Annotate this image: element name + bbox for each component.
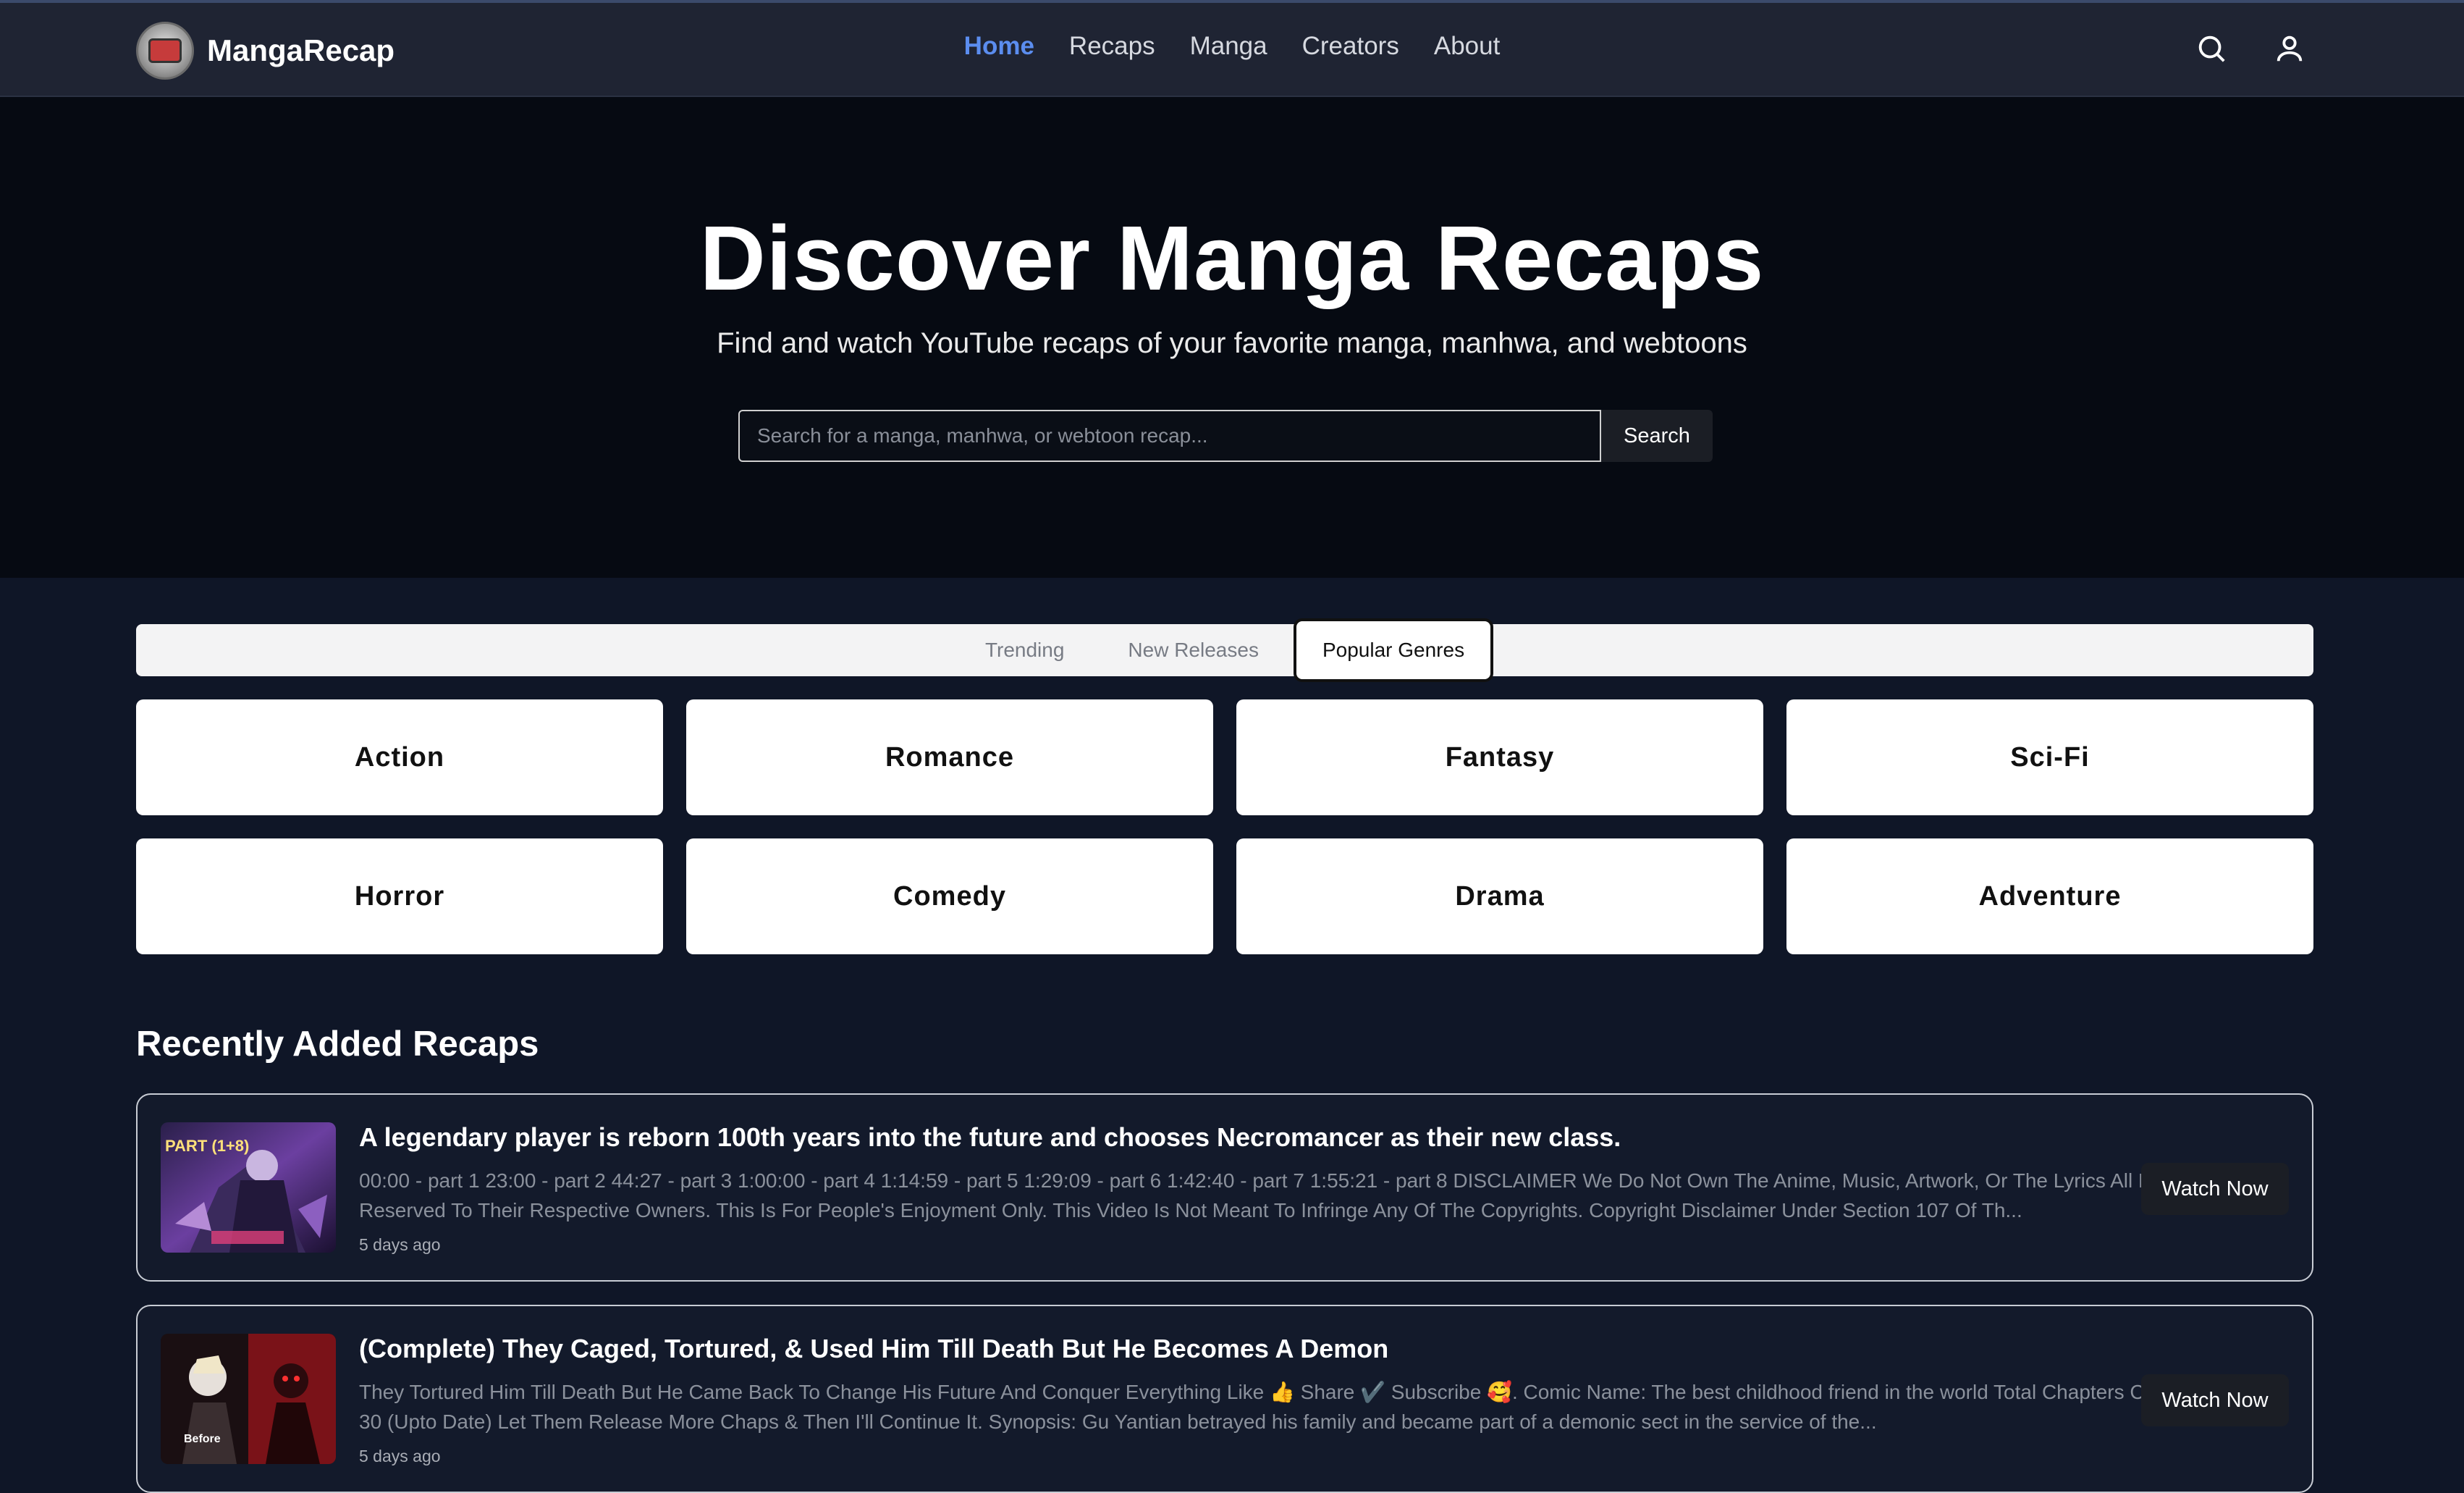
genre-card-fantasy[interactable]: Fantasy	[1236, 699, 1763, 815]
genre-card-sci-fi[interactable]: Sci-Fi	[1786, 699, 2313, 815]
recap-thumbnail[interactable]: PART (1+8)	[161, 1122, 336, 1253]
nav-about[interactable]: About	[1434, 32, 1500, 61]
search-icon[interactable]	[2195, 32, 2228, 65]
thumb-text: Before	[184, 1433, 221, 1445]
tab-new-releases[interactable]: New Releases	[1099, 626, 1288, 675]
recap-title[interactable]: A legendary player is reborn 100th years…	[359, 1122, 1621, 1153]
top-navbar: MangaRecap Home Recaps Manga Creators Ab…	[0, 0, 2464, 97]
genre-card-romance[interactable]: Romance	[686, 699, 1213, 815]
genre-card-drama[interactable]: Drama	[1236, 838, 1763, 954]
main-nav: Home Recaps Manga Creators About	[0, 32, 2464, 61]
watch-now-button[interactable]: Watch Now	[2141, 1374, 2289, 1426]
recap-timestamp: 5 days ago	[359, 1235, 441, 1254]
header-actions	[2195, 32, 2306, 65]
hero-section: Discover Manga Recaps Find and watch You…	[0, 97, 2464, 578]
recap-timestamp: 5 days ago	[359, 1447, 441, 1465]
nav-recaps[interactable]: Recaps	[1069, 32, 1155, 61]
tab-trending[interactable]: Trending	[956, 626, 1093, 675]
tab-popular-genres[interactable]: Popular Genres	[1293, 618, 1494, 682]
search-input[interactable]	[738, 410, 1601, 462]
hero-title: Discover Manga Recaps	[699, 207, 1765, 309]
genre-grid: Action Romance Fantasy Sci-Fi Horror Com…	[136, 699, 2313, 954]
genre-card-horror[interactable]: Horror	[136, 838, 663, 954]
recap-title[interactable]: (Complete) They Caged, Tortured, & Used …	[359, 1334, 1388, 1364]
genre-card-adventure[interactable]: Adventure	[1786, 838, 2313, 954]
recap-card[interactable]: PART (1+8) A legendary player is reborn …	[136, 1093, 2313, 1282]
recap-card[interactable]: Before (Complete) They Caged, Tortured, …	[136, 1305, 2313, 1493]
nav-home[interactable]: Home	[964, 32, 1034, 61]
hero-subtitle: Find and watch YouTube recaps of your fa…	[717, 327, 1747, 359]
search-button[interactable]: Search	[1601, 410, 1713, 462]
genre-card-action[interactable]: Action	[136, 699, 663, 815]
search-bar: Search	[738, 410, 1713, 462]
watch-now-button[interactable]: Watch Now	[2141, 1163, 2289, 1215]
recap-description: 00:00 - part 1 23:00 - part 2 44:27 - pa…	[359, 1169, 2196, 1221]
recap-description: They Tortured Him Till Death But He Came…	[359, 1381, 2253, 1433]
category-tabs: Trending New Releases Popular Genres	[136, 618, 2313, 682]
recap-thumbnail[interactable]: Before	[161, 1334, 336, 1464]
nav-creators[interactable]: Creators	[1302, 32, 1399, 61]
recent-recaps-heading: Recently Added Recaps	[136, 1025, 539, 1064]
user-icon[interactable]	[2273, 32, 2306, 65]
thumb-text: PART (1+8)	[165, 1137, 249, 1155]
genre-card-comedy[interactable]: Comedy	[686, 838, 1213, 954]
nav-manga[interactable]: Manga	[1190, 32, 1267, 61]
